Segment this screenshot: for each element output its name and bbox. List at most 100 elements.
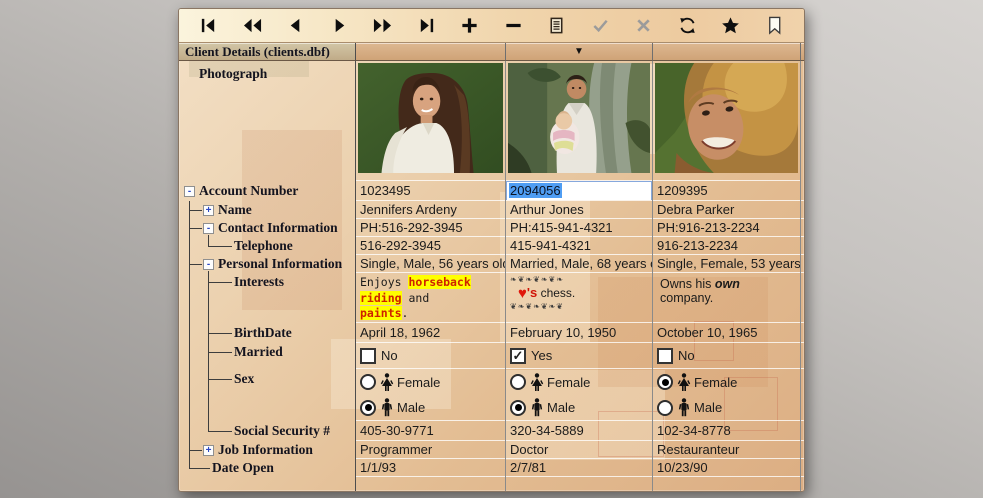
post-edit-button[interactable] (587, 14, 613, 38)
tree-line (208, 352, 232, 353)
tree-node-date-open[interactable]: Date Open (212, 460, 274, 476)
cell-contact[interactable]: PH:516-292-3945 (356, 219, 505, 237)
cell-name[interactable]: Jennifers Ardeny (356, 201, 505, 219)
male-radio[interactable] (360, 399, 376, 416)
married-checkbox[interactable]: ✓ (360, 347, 376, 364)
male-radio[interactable] (510, 399, 526, 416)
tree-node-married[interactable]: Married (234, 344, 283, 360)
cell-empty (801, 273, 804, 323)
female-radio[interactable] (510, 374, 526, 390)
tree-node-job-information[interactable]: + Job Information (203, 442, 313, 458)
photo-cell[interactable] (653, 61, 800, 181)
cell-account-number[interactable]: 1023495 (356, 181, 505, 201)
refresh-button[interactable] (674, 14, 700, 38)
tree-node-telephone[interactable]: Telephone (234, 238, 293, 254)
cell-job[interactable]: Programmer (356, 441, 505, 459)
column-header-record-1[interactable] (356, 43, 506, 61)
cell-date-open[interactable]: 1/1/93 (356, 459, 505, 477)
cell-personal[interactable]: Married, Male, 68 years old (506, 255, 652, 273)
cell-job[interactable]: Restauranteur (653, 441, 800, 459)
cell-interests-memo[interactable]: ❧❦❧❦❧❦❧ ♥'s chess. ❦❧❦❧❦❧❦ (506, 273, 652, 323)
cell-telephone[interactable]: 516-292-3945 (356, 237, 505, 255)
first-record-icon (202, 18, 215, 33)
cell-interests-memo[interactable]: Owns his own company. (653, 273, 800, 323)
female-person-icon (380, 372, 394, 391)
cell-ssn[interactable]: 102-34-8778 (653, 421, 800, 441)
prior-record-button[interactable] (283, 14, 309, 38)
column-header-partial (801, 43, 804, 61)
cell-job[interactable]: Doctor (506, 441, 652, 459)
tree-node-account-number[interactable]: - Account Number (184, 183, 298, 199)
expand-icon[interactable]: + (203, 204, 214, 216)
cell-account-number[interactable]: 1209395 (653, 181, 800, 201)
tree-node-birthdate[interactable]: BirthDate (234, 325, 292, 341)
expand-icon[interactable]: + (203, 444, 214, 456)
fast-forward-button[interactable] (370, 14, 396, 38)
cell-birthdate[interactable]: April 18, 1962 (356, 323, 505, 343)
cell-empty (801, 459, 804, 477)
male-label: Male (694, 400, 723, 415)
married-checkbox[interactable]: ✓ (510, 347, 526, 364)
cell-interests-memo[interactable]: Enjoys horseback riding and paints. (356, 273, 505, 323)
male-radio[interactable] (657, 399, 673, 416)
tree-line (208, 271, 209, 431)
tree-label: Telephone (234, 238, 293, 253)
cancel-edit-button[interactable] (631, 14, 657, 38)
collapse-icon[interactable]: - (203, 258, 214, 270)
tree-node-personal-information[interactable]: - Personal Information (203, 256, 342, 272)
tree-node-sex[interactable]: Sex (234, 371, 254, 387)
cell-contact[interactable]: PH:415-941-4321 (506, 219, 652, 237)
cell-date-open[interactable]: 2/7/81 (506, 459, 652, 477)
memo-text: Owns his (660, 277, 715, 291)
cell-name[interactable]: Debra Parker (653, 201, 800, 219)
bookmark-button[interactable] (761, 14, 787, 38)
tree-node-name[interactable]: + Name (203, 202, 252, 218)
collapse-icon[interactable]: - (203, 222, 214, 234)
cell-personal[interactable]: Single, Female, 53 years old (653, 255, 800, 273)
cell-name[interactable]: Arthur Jones (506, 201, 652, 219)
cell-birthdate[interactable]: February 10, 1950 (506, 323, 652, 343)
photo-cell[interactable] (356, 61, 505, 181)
tree-node-social-security[interactable]: Social Security # (234, 423, 330, 439)
cell-empty (801, 181, 804, 201)
cell-empty (801, 441, 804, 459)
cell-personal[interactable]: Single, Male, 56 years old (356, 255, 505, 273)
tree-label-photograph[interactable]: Photograph (199, 66, 267, 82)
cell-empty (801, 343, 804, 369)
cell-telephone[interactable]: 415-941-4321 (506, 237, 652, 255)
favorites-button[interactable] (718, 14, 744, 38)
married-checkbox[interactable]: ✓ (657, 347, 673, 364)
fast-rewind-icon (243, 18, 261, 33)
cell-ssn[interactable]: 405-30-9771 (356, 421, 505, 441)
next-record-button[interactable] (326, 14, 352, 38)
cell-sex-male: Male (506, 395, 652, 421)
delete-record-button[interactable] (500, 14, 526, 38)
last-record-button[interactable] (413, 14, 439, 38)
cell-date-open[interactable]: 10/23/90 (653, 459, 800, 477)
cell-sex-male: Male (356, 395, 505, 421)
fast-rewind-button[interactable] (239, 14, 265, 38)
record-column-3: 1209395 Debra Parker PH:916-213-2234 916… (653, 61, 801, 491)
cell-ssn[interactable]: 320-34-5889 (506, 421, 652, 441)
cell-empty (801, 421, 804, 441)
cell-empty (801, 219, 804, 237)
client-photo-blonde-woman-closeup (655, 63, 798, 173)
current-record-marker-icon: ▼ (574, 45, 584, 57)
tree-node-interests[interactable]: Interests (234, 274, 284, 290)
cell-birthdate[interactable]: October 10, 1965 (653, 323, 800, 343)
female-radio[interactable] (360, 374, 376, 390)
account-number-edit-field[interactable]: 2094056 (506, 181, 652, 200)
cell-empty (801, 369, 804, 395)
female-radio[interactable] (657, 374, 673, 390)
first-record-button[interactable] (196, 14, 222, 38)
cell-contact[interactable]: PH:916-213-2234 (653, 219, 800, 237)
collapse-icon[interactable]: - (184, 185, 195, 197)
photo-cell[interactable] (506, 61, 652, 181)
edit-memo-button[interactable] (544, 14, 570, 38)
cell-telephone[interactable]: 916-213-2234 (653, 237, 800, 255)
insert-record-button[interactable] (457, 14, 483, 38)
cell-account-number-editing[interactable]: 2094056 (506, 181, 652, 201)
column-header-record-2-current[interactable]: ▼ (506, 43, 653, 61)
tree-node-contact-information[interactable]: - Contact Information (203, 220, 338, 236)
column-header-record-3[interactable] (653, 43, 801, 61)
